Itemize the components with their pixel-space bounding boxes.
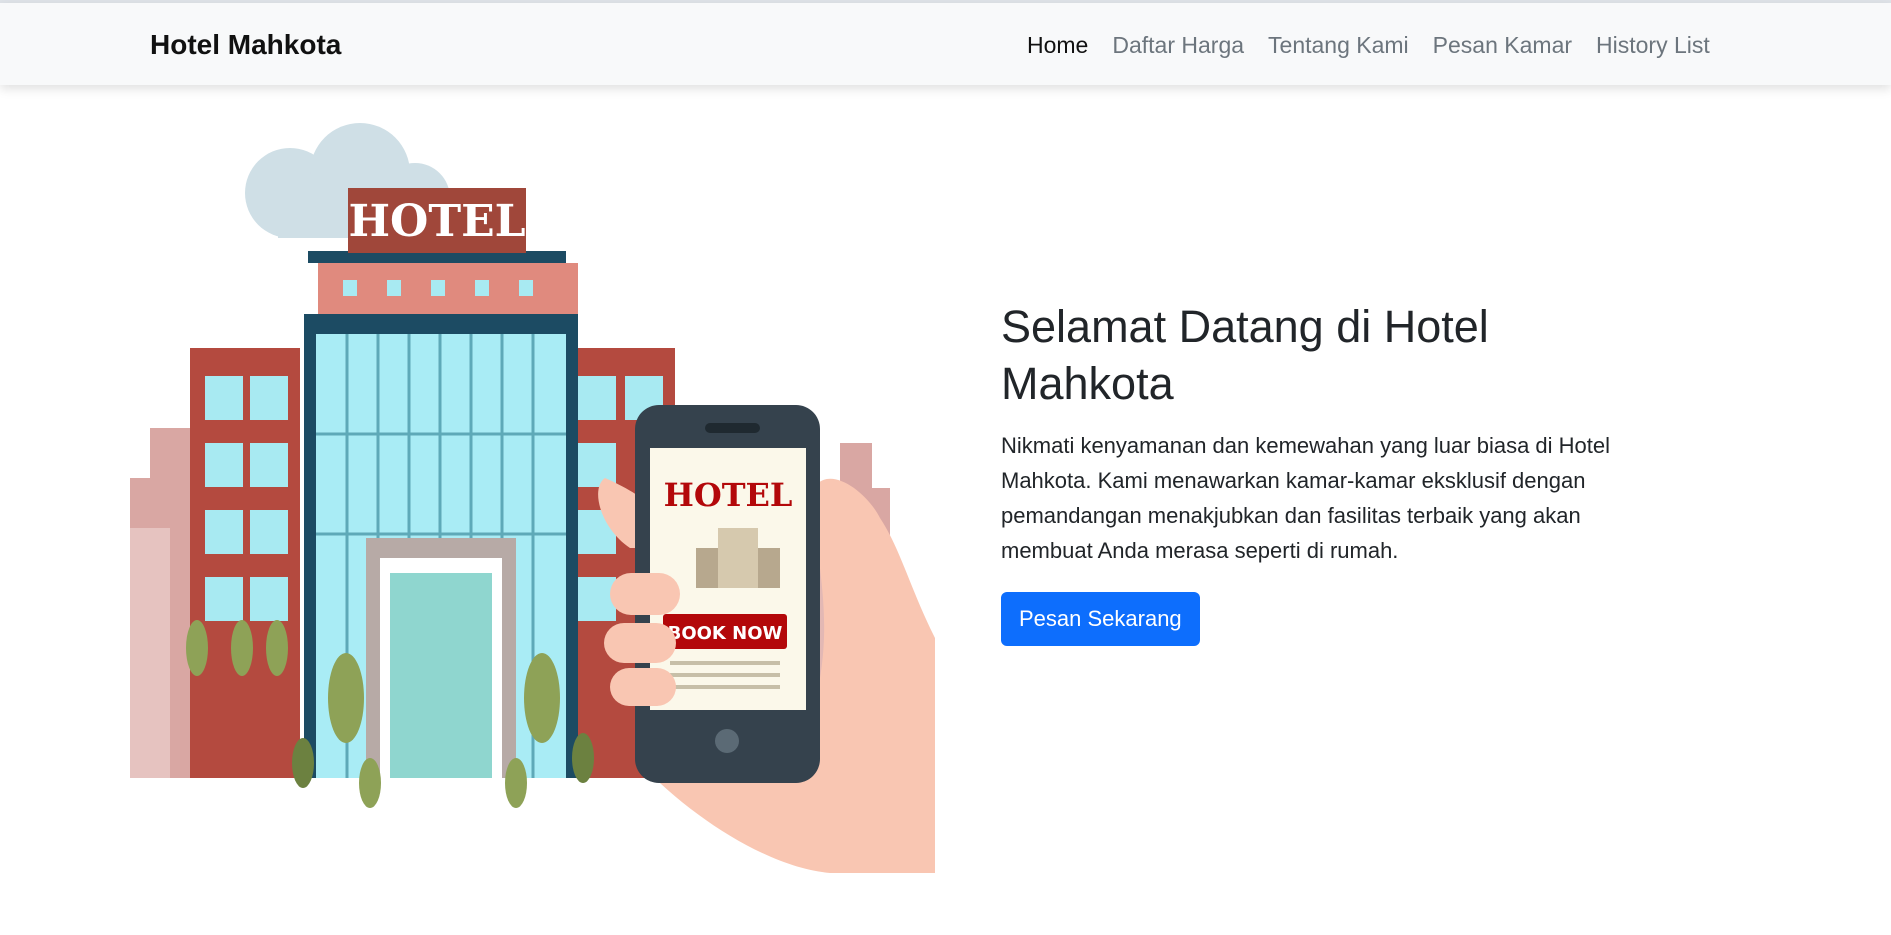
pesan-sekarang-button[interactable]: Pesan Sekarang xyxy=(1001,592,1200,646)
nav-item-tentang-kami: Tentang Kami xyxy=(1256,32,1421,59)
nav-link-pesan-kamar[interactable]: Pesan Kamar xyxy=(1421,32,1584,59)
phone-book-now-text: BOOK NOW xyxy=(668,623,783,644)
nav-item-history-list: History List xyxy=(1584,32,1722,59)
nav-link-history-list[interactable]: History List xyxy=(1584,32,1722,59)
brand-link[interactable]: Hotel Mahkota xyxy=(150,29,341,61)
nav-item-daftar-harga: Daftar Harga xyxy=(1100,32,1256,59)
navbar: Hotel Mahkota Home Daftar Harga Tentang … xyxy=(0,3,1891,85)
hotel-booking-illustration: HOTEL HOTEL BOOK NOW xyxy=(130,123,935,873)
nav-link-daftar-harga[interactable]: Daftar Harga xyxy=(1100,32,1256,59)
hero-lead: Nikmati kenyamanan dan kemewahan yang lu… xyxy=(1001,433,1611,563)
hotel-left-wing xyxy=(190,348,300,778)
nav-menu: Home Daftar Harga Tentang Kami Pesan Kam… xyxy=(1015,32,1722,59)
hotel-rooftop-sign: HOTEL xyxy=(348,188,526,253)
phone-hotel-text: HOTEL xyxy=(664,476,793,514)
nav-item-pesan-kamar: Pesan Kamar xyxy=(1421,32,1584,59)
fingers-shape xyxy=(604,573,680,706)
hero-title: Selamat Datang di Hotel Mahkota xyxy=(1001,301,1489,409)
nav-link-tentang-kami[interactable]: Tentang Kami xyxy=(1256,32,1421,59)
nav-item-home: Home xyxy=(1015,32,1100,59)
hotel-sign-text: HOTEL xyxy=(348,196,525,247)
hero-section: Selamat Datang di Hotel Mahkota Nikmati … xyxy=(1001,298,1651,646)
nav-link-home[interactable]: Home xyxy=(1015,32,1100,59)
